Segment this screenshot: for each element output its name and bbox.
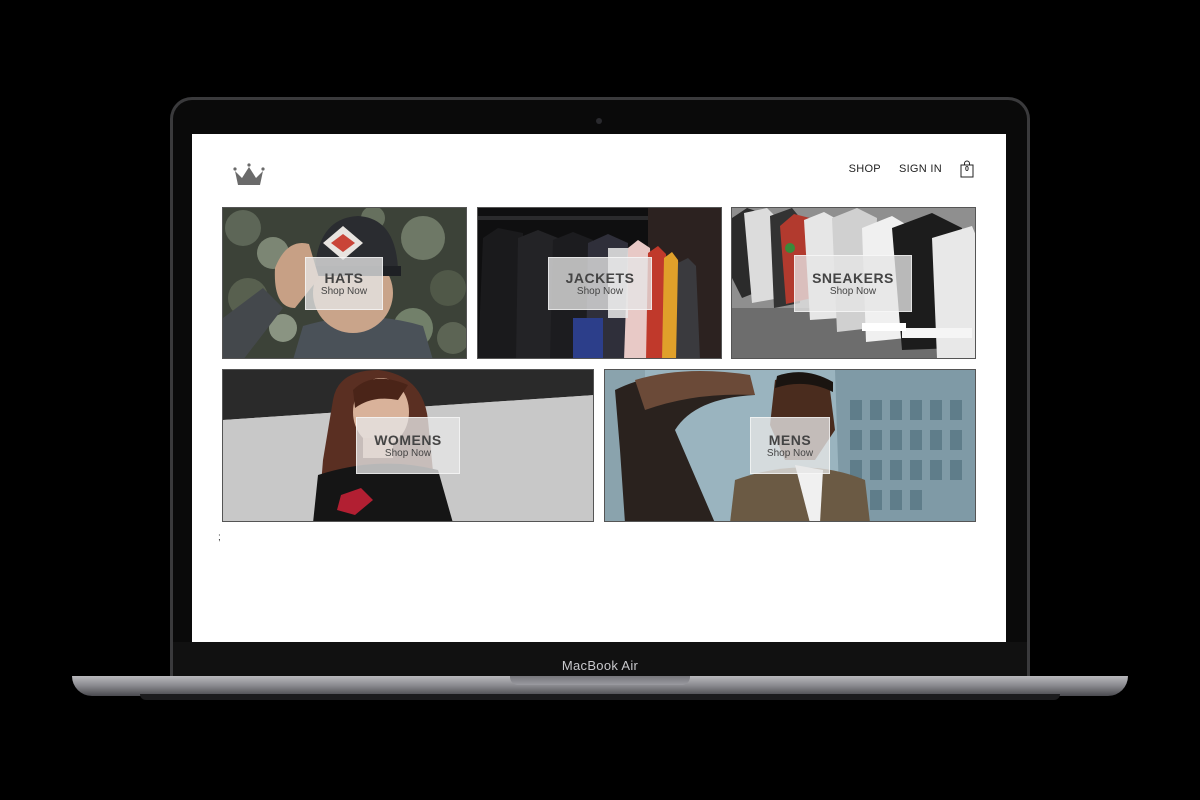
jackets-shop-now[interactable]: Shop Now — [577, 286, 623, 298]
webcam — [596, 118, 602, 124]
shopping-bag-icon[interactable]: 0 — [960, 160, 974, 178]
mens-shop-now[interactable]: Shop Now — [767, 448, 813, 460]
laptop-feet — [140, 694, 1060, 700]
crown-icon[interactable] — [232, 162, 266, 188]
mens-caption: MENS Shop Now — [750, 417, 830, 474]
mens-title: MENS — [768, 431, 812, 448]
hats-shop-now[interactable]: Shop Now — [321, 286, 367, 298]
laptop-chin: MacBook Air — [173, 642, 1027, 678]
stray-semicolon-text: ; — [218, 532, 221, 543]
womens-caption: WOMENS Shop Now — [356, 417, 460, 474]
category-tile-jackets[interactable]: JACKETS Shop Now — [477, 207, 722, 359]
sneakers-caption: SNEAKERS Shop Now — [794, 255, 912, 312]
category-tile-womens[interactable]: WOMENS Shop Now — [222, 369, 594, 522]
jackets-title: JACKETS — [565, 269, 635, 286]
browser-viewport: SHOP SIGN IN 0 HATS Shop Now JACKETS Sho… — [192, 134, 1006, 642]
womens-shop-now[interactable]: Shop Now — [385, 448, 431, 460]
sneakers-shop-now[interactable]: Shop Now — [830, 286, 876, 298]
hats-caption: HATS Shop Now — [305, 257, 383, 310]
device-label: MacBook Air — [561, 658, 639, 673]
category-tile-mens[interactable]: MENS Shop Now — [604, 369, 976, 522]
category-tile-sneakers[interactable]: SNEAKERS Shop Now — [731, 207, 976, 359]
nav-shop-link[interactable]: SHOP — [849, 163, 881, 175]
hats-title: HATS — [324, 269, 364, 286]
laptop-opening-notch — [510, 676, 690, 685]
category-tile-hats[interactable]: HATS Shop Now — [222, 207, 467, 359]
womens-title: WOMENS — [374, 431, 442, 448]
top-nav: SHOP SIGN IN 0 — [849, 160, 974, 178]
jackets-caption: JACKETS Shop Now — [548, 257, 652, 310]
nav-sign-in-link[interactable]: SIGN IN — [899, 163, 942, 175]
sneakers-title: SNEAKERS — [812, 269, 894, 286]
cart-count: 0 — [965, 166, 969, 173]
